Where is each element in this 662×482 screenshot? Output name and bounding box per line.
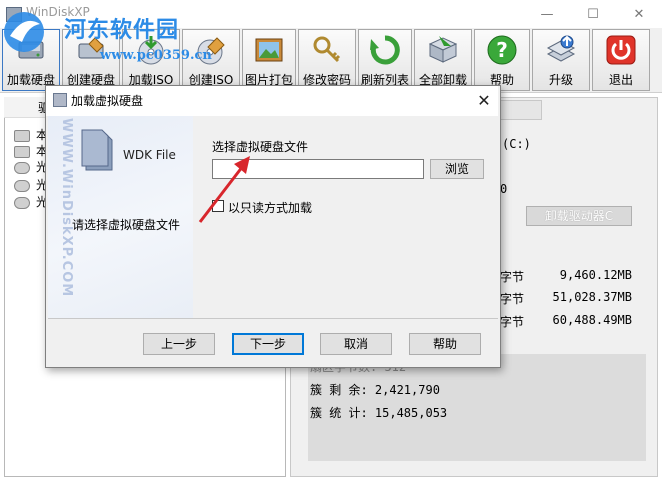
tree-item[interactable]: 光 bbox=[14, 176, 48, 192]
next-step-button[interactable]: 下一步 bbox=[232, 333, 304, 355]
tree-item[interactable]: 本 bbox=[14, 126, 48, 142]
size-unit: 字节 bbox=[500, 315, 525, 329]
side-watermark-text: WWW.WinDiskXP.COM bbox=[59, 118, 74, 298]
watermark-site-name: 河东软件园 bbox=[64, 17, 180, 43]
size-unit: 字节 bbox=[500, 270, 525, 284]
help-icon: ? bbox=[487, 35, 517, 65]
size-unit: 字节 bbox=[500, 292, 525, 306]
change-password-icon bbox=[313, 36, 341, 63]
drive-letter-label: (C:) bbox=[502, 137, 531, 151]
unmount-all-icon bbox=[428, 36, 458, 63]
cdrom-icon bbox=[14, 196, 30, 209]
refresh-icon bbox=[370, 35, 400, 65]
dialog-separator bbox=[48, 318, 498, 319]
exit-label: 退出 bbox=[608, 73, 633, 87]
upgrade-icon bbox=[546, 35, 576, 62]
watermark-logo-icon bbox=[4, 12, 44, 52]
exit-button[interactable]: 退出 bbox=[592, 29, 650, 91]
size-value: 60,488.49MB bbox=[552, 313, 632, 327]
info-tab[interactable] bbox=[500, 100, 542, 120]
upgrade-label: 升级 bbox=[548, 73, 573, 87]
wdk-file-label: WDK File bbox=[123, 148, 176, 162]
size-value: 51,028.37MB bbox=[552, 290, 632, 304]
close-button[interactable]: ✕ bbox=[616, 0, 662, 28]
dialog-help-button[interactable]: 帮助 bbox=[409, 333, 481, 355]
red-arrow-icon bbox=[198, 156, 250, 223]
dialog-title: 加载虚拟硬盘 bbox=[71, 94, 144, 108]
tree-item[interactable]: 本 bbox=[14, 142, 48, 158]
maximize-button[interactable]: ☐ bbox=[570, 0, 616, 28]
watermark-url: www.pc0359.cn bbox=[100, 48, 212, 63]
clusters-free: 簇 剩 余: 2,421,790 bbox=[310, 383, 440, 397]
total-space-row: 字节 60,488.49MB bbox=[500, 313, 640, 330]
cdrom-icon bbox=[14, 179, 30, 192]
upgrade-button[interactable]: 升级 bbox=[532, 29, 590, 91]
size-value: 9,460.12MB bbox=[559, 268, 632, 282]
wdk-file-icon bbox=[81, 129, 113, 171]
power-icon bbox=[606, 35, 636, 65]
cdrom-icon bbox=[14, 161, 30, 174]
drive-icon bbox=[14, 129, 30, 142]
prev-step-button[interactable]: 上一步 bbox=[143, 333, 215, 355]
drive-icon bbox=[14, 145, 30, 158]
minimize-button[interactable]: — bbox=[524, 0, 570, 28]
clusters-total: 簇 统 计: 15,485,053 bbox=[310, 406, 448, 420]
cancel-button[interactable]: 取消 bbox=[320, 333, 392, 355]
unmount-all-button[interactable]: 全部卸载 bbox=[414, 29, 472, 91]
image-pack-button[interactable]: 图片打包 bbox=[242, 29, 296, 91]
svg-text:?: ? bbox=[496, 38, 508, 62]
dialog-app-icon bbox=[53, 93, 67, 107]
drive-value: 0 bbox=[500, 182, 508, 196]
free-space-row: 字节 9,460.12MB bbox=[500, 268, 640, 285]
unmount-drive-button[interactable]: 卸载驱动器C bbox=[526, 206, 632, 226]
side-prompt: 请选择虚拟硬盘文件 bbox=[72, 218, 181, 232]
image-pack-icon bbox=[255, 38, 283, 62]
tree-item[interactable]: 光 bbox=[14, 193, 48, 209]
dialog-close-button[interactable]: ✕ bbox=[470, 86, 498, 114]
change-password-button[interactable]: 修改密码 bbox=[298, 29, 356, 91]
tree-item[interactable]: 光 bbox=[14, 158, 48, 174]
used-space-row: 字节 51,028.37MB bbox=[500, 290, 640, 307]
help-button[interactable]: ? 帮助 bbox=[474, 29, 530, 91]
refresh-button[interactable]: 刷新列表 bbox=[358, 29, 412, 91]
browse-button[interactable]: 浏览 bbox=[430, 159, 484, 179]
